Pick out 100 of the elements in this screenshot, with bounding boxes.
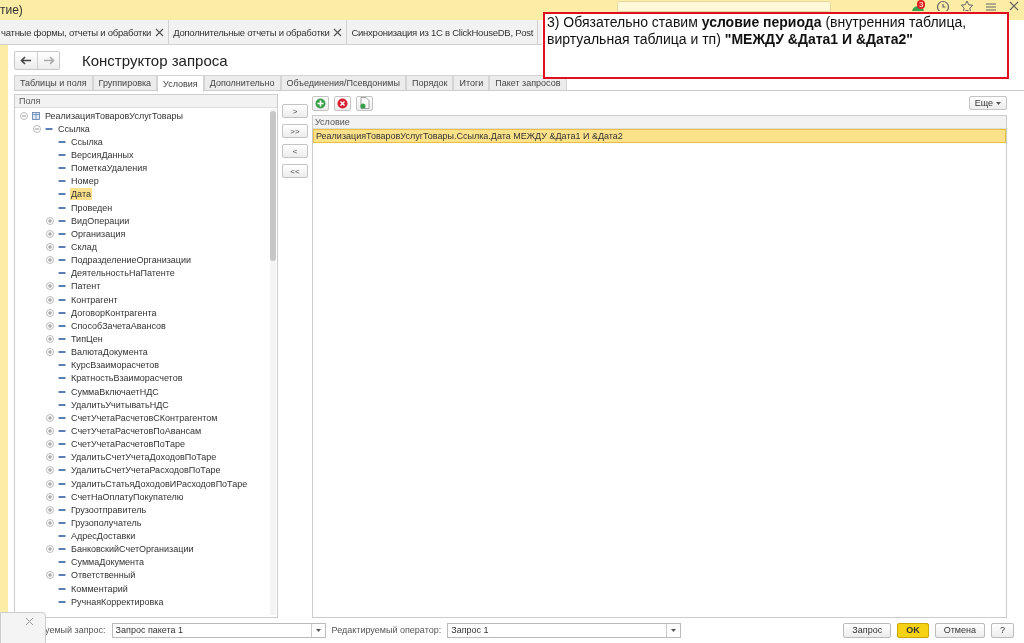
form-tab[interactable]: Дополнительно bbox=[203, 75, 281, 90]
form-tab[interactable]: Порядок bbox=[406, 75, 454, 90]
add-button[interactable] bbox=[312, 95, 329, 111]
expand-icon[interactable] bbox=[46, 479, 54, 488]
tree-item[interactable]: УдалитьСтатьяДоходовИРасходовПоТаре bbox=[70, 477, 249, 490]
tree-item[interactable]: РеализацияТоваровУслугТовары bbox=[44, 109, 184, 122]
collapse-icon[interactable] bbox=[33, 124, 41, 133]
condition-row[interactable]: РеализацияТоваровУслугТовары.Ссылка.Дата МЕЖДУ &Дата1 И &Дата2 bbox=[313, 129, 1006, 143]
tree-item[interactable]: БанковскийСчетОрганизации bbox=[70, 543, 195, 556]
tree-item[interactable]: Грузополучатель bbox=[70, 516, 143, 529]
expand-icon[interactable] bbox=[46, 242, 54, 251]
query-combobox[interactable]: Запрос пакета 1 bbox=[111, 622, 326, 638]
window-tab[interactable]: Синхронизация из 1С в ClickHouseDB, Post bbox=[347, 20, 539, 44]
tree-item[interactable]: Склад bbox=[70, 240, 99, 253]
history-icon[interactable] bbox=[936, 0, 950, 11]
expand-icon[interactable] bbox=[46, 426, 54, 435]
tree-item[interactable]: СчетНаОплатуПокупателю bbox=[70, 490, 185, 503]
tree-item[interactable]: Проведен bbox=[70, 201, 114, 214]
dialog-button[interactable]: Запрос bbox=[843, 622, 892, 638]
window-tab[interactable]: чатные формы, отчеты и обработки bbox=[0, 20, 170, 44]
expand-icon[interactable] bbox=[46, 256, 54, 265]
move-button[interactable]: >> bbox=[282, 124, 308, 138]
tree-item[interactable]: АдресДоставки bbox=[70, 530, 137, 543]
tree-item[interactable]: РучнаяКорректировка bbox=[70, 595, 165, 608]
move-button[interactable]: << bbox=[282, 164, 308, 178]
tree-item[interactable]: ТипЦен bbox=[70, 332, 104, 345]
tree-item[interactable]: КурсВзаиморасчетов bbox=[70, 359, 161, 372]
tree-item[interactable]: ДеятельностьНаПатенте bbox=[70, 267, 176, 280]
move-button[interactable]: < bbox=[282, 144, 308, 158]
expand-icon[interactable] bbox=[46, 308, 54, 317]
move-button[interactable]: > bbox=[282, 104, 308, 118]
new-condition-button[interactable] bbox=[356, 95, 373, 111]
dialog-button[interactable]: Отмена bbox=[934, 622, 985, 638]
close-icon[interactable] bbox=[1008, 0, 1020, 12]
close-icon[interactable] bbox=[155, 27, 165, 37]
form-title: Конструктор запроса bbox=[82, 51, 228, 69]
column-header: Условие bbox=[313, 116, 1006, 129]
close-icon[interactable] bbox=[333, 27, 343, 37]
tree-item[interactable]: УдалитьСчетУчетаРасходовПоТаре bbox=[70, 464, 222, 477]
form-tab[interactable]: Таблицы и поля bbox=[14, 75, 93, 90]
expand-icon[interactable] bbox=[46, 321, 54, 330]
dialog-button[interactable]: ? bbox=[991, 622, 1014, 638]
tree-item[interactable]: КратностьВзаиморасчетов bbox=[70, 372, 184, 385]
form-tab[interactable]: Объединения/Псевдонимы bbox=[280, 75, 406, 90]
form-tab[interactable]: Группировка bbox=[92, 75, 158, 90]
expand-icon[interactable] bbox=[46, 413, 54, 422]
tree-item[interactable]: Ссылка bbox=[57, 122, 91, 135]
tree-item[interactable]: ВалютаДокумента bbox=[70, 346, 149, 359]
collapse-icon[interactable] bbox=[20, 111, 28, 120]
form-tab[interactable]: Пакет запросов bbox=[489, 75, 567, 90]
expand-icon[interactable] bbox=[46, 453, 54, 462]
tree-item[interactable]: ВидОперации bbox=[70, 214, 131, 227]
tree-item[interactable]: Дата bbox=[70, 188, 92, 201]
scrollbar[interactable] bbox=[270, 109, 276, 615]
tree-item[interactable]: Комментарий bbox=[70, 582, 129, 595]
dialog-button[interactable]: OK bbox=[897, 622, 929, 638]
field-label: уемый запрос: bbox=[45, 625, 106, 635]
tree-item[interactable]: СчетУчетаРасчетовСКонтрагентом bbox=[70, 411, 219, 424]
tree-item[interactable]: ВерсияДанных bbox=[70, 149, 135, 161]
tree-item[interactable]: Патент bbox=[70, 280, 102, 293]
tree-item[interactable]: Ответственный bbox=[70, 569, 137, 582]
operator-combobox[interactable]: Запрос 1 bbox=[447, 622, 682, 638]
tree-item[interactable]: СпособЗачетаАвансов bbox=[70, 319, 167, 332]
tree-item[interactable]: УдалитьУчитыватьНДС bbox=[70, 398, 170, 411]
expand-icon[interactable] bbox=[46, 545, 54, 554]
window-tab[interactable]: Дополнительные отчеты и обработки bbox=[169, 20, 348, 44]
tree-item[interactable]: СчетУчетаРасчетовПоАвансам bbox=[70, 424, 203, 437]
tree-item[interactable]: Номер bbox=[70, 175, 100, 188]
tree-item[interactable]: Грузоотправитель bbox=[70, 503, 148, 516]
expand-icon[interactable] bbox=[46, 282, 54, 291]
tree-item[interactable]: Ссылка bbox=[70, 135, 104, 148]
tree-item[interactable]: ДоговорКонтрагента bbox=[70, 306, 158, 319]
form-tab[interactable]: Итоги bbox=[453, 75, 490, 90]
tree-item[interactable]: УдалитьСчетУчетаДоходовПоТаре bbox=[70, 451, 218, 464]
tree-item[interactable]: Организация bbox=[70, 227, 127, 240]
tree-item[interactable]: ПодразделениеОрганизации bbox=[70, 254, 193, 267]
expand-icon[interactable] bbox=[46, 505, 54, 514]
expand-icon[interactable] bbox=[46, 295, 54, 304]
star-icon[interactable] bbox=[960, 0, 974, 11]
menu-icon[interactable] bbox=[984, 0, 998, 11]
expand-icon[interactable] bbox=[46, 518, 54, 527]
table-icon bbox=[32, 111, 40, 120]
expand-icon[interactable] bbox=[46, 229, 54, 238]
expand-icon[interactable] bbox=[46, 492, 54, 501]
form-tab[interactable]: Условия bbox=[157, 75, 204, 92]
tree-item[interactable]: Контрагент bbox=[70, 293, 119, 306]
caret-icon bbox=[996, 101, 1001, 105]
expand-icon[interactable] bbox=[46, 440, 54, 449]
tree-item[interactable]: ПометкаУдаления bbox=[70, 162, 149, 175]
more-button[interactable]: Еще bbox=[968, 96, 1007, 110]
app-title: тие) bbox=[0, 3, 23, 17]
delete-button[interactable] bbox=[334, 95, 351, 111]
expand-icon[interactable] bbox=[46, 216, 54, 225]
expand-icon[interactable] bbox=[46, 466, 54, 475]
tree-item[interactable]: СуммаДокумента bbox=[70, 556, 146, 569]
tree-item[interactable]: СуммаВключаетНДС bbox=[70, 385, 160, 398]
expand-icon[interactable] bbox=[46, 348, 54, 357]
expand-icon[interactable] bbox=[46, 571, 54, 580]
expand-icon[interactable] bbox=[46, 334, 54, 343]
tree-item[interactable]: СчетУчетаРасчетовПоТаре bbox=[70, 438, 186, 451]
